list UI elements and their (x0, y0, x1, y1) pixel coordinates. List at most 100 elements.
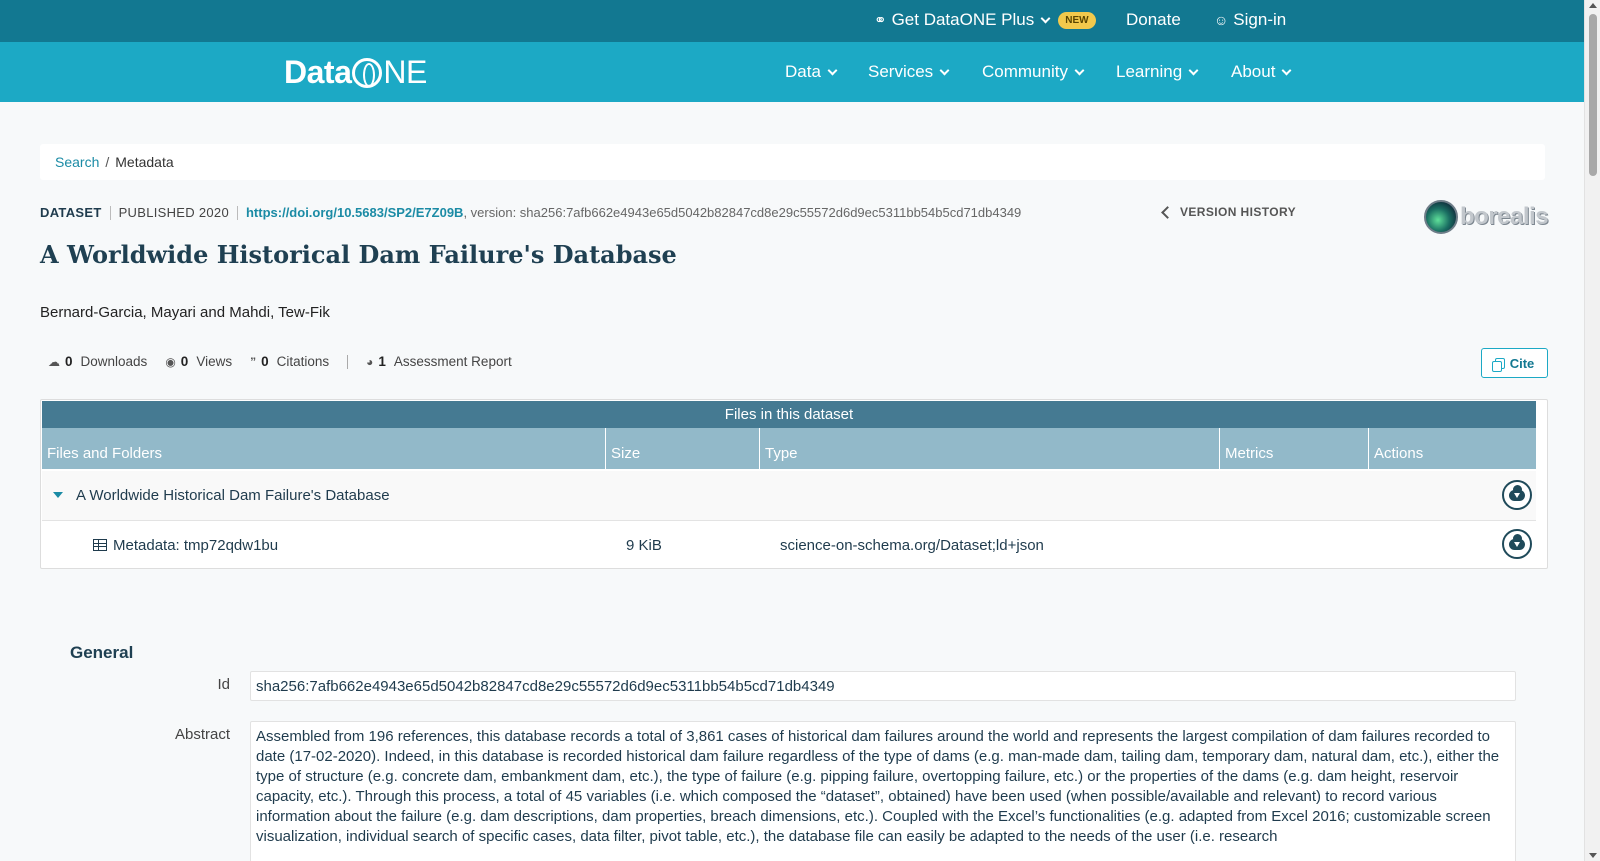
column-size: Size (606, 428, 760, 469)
cloud-download-icon (1509, 484, 1525, 501)
nav-services[interactable]: Services (868, 62, 950, 82)
chevron-down-icon (939, 65, 950, 75)
cite-button[interactable]: Cite (1481, 348, 1548, 378)
files-table-heading: Files in this dataset (42, 401, 1536, 428)
sign-in-label: Sign-in (1233, 10, 1287, 29)
dataset-metrics: ☁ 0 Downloads ◉ 0 Views ” 0 Citations ◕ … (48, 354, 512, 369)
get-dataone-plus-button[interactable]: ⚭ Get DataONE Plus NEW (874, 10, 1096, 30)
file-name-cell[interactable]: Metadata: tmp72qdw1bu (93, 537, 278, 554)
download-folder-button[interactable] (1502, 480, 1532, 510)
files-table: Files in this dataset Files and Folders … (40, 399, 1548, 569)
assessment-label: Assessment Report (393, 354, 512, 369)
user-icon: ☺ (1214, 12, 1229, 28)
chevron-down-icon (827, 65, 838, 75)
id-value: sha256:7afb662e4943e65d5042b82847cd8e29c… (250, 671, 1516, 701)
scroll-down-icon[interactable] (1589, 853, 1597, 858)
downloads-label: Downloads (80, 354, 148, 369)
dataset-type-label: DATASET (40, 205, 102, 220)
logo-text-data: Data (284, 54, 352, 90)
aurora-logo-icon (1424, 200, 1458, 234)
sign-in-link[interactable]: ☺ Sign-in (1214, 10, 1286, 30)
divider (347, 354, 349, 369)
chevron-down-icon (1281, 65, 1292, 75)
folder-name[interactable]: A Worldwide Historical Dam Failure's Dat… (76, 487, 390, 504)
dataset-title: A Worldwide Historical Dam Failure's Dat… (40, 240, 677, 269)
nav-about[interactable]: About (1231, 62, 1292, 82)
downloads-count: 0 (65, 354, 73, 369)
dataset-meta-line: DATASET PUBLISHED 2020 https://doi.org/1… (40, 205, 1021, 220)
eye-icon: ◉ (165, 354, 176, 369)
dataset-authors: Bernard-Garcia, Mayari and Mahdi, Tew-Fi… (40, 304, 330, 321)
abstract-label: Abstract (174, 726, 230, 743)
breadcrumb: Search / Metadata (40, 144, 1545, 180)
borealis-repository-logo[interactable]: borealis (1424, 200, 1549, 234)
nav-learning-label: Learning (1116, 62, 1183, 81)
globe-logo-icon (352, 57, 383, 88)
assessment-report-metric[interactable]: ◕ 1 Assessment Report (366, 354, 512, 369)
version-history-label: VERSION HISTORY (1180, 205, 1297, 219)
top-utility-bar: ⚭ Get DataONE Plus NEW Donate ☺ Sign-in (0, 0, 1584, 42)
logo-text-ne: NE (383, 54, 427, 90)
breadcrumb-current: Metadata (115, 154, 174, 170)
nav-community[interactable]: Community (982, 62, 1085, 82)
donate-label: Donate (1126, 10, 1181, 29)
chevron-down-icon (1040, 13, 1051, 23)
file-name: Metadata: tmp72qdw1bu (113, 537, 279, 554)
assessment-count: 1 (378, 354, 386, 369)
dataone-logo[interactable]: Data NE (284, 54, 427, 91)
column-actions: Actions (1374, 445, 1424, 462)
nav-data-label: Data (785, 62, 821, 81)
main-navigation-bar: Data NE Data Services Community Learning… (0, 42, 1584, 102)
citations-metric[interactable]: ” 0 Citations (250, 354, 329, 369)
citations-label: Citations (276, 354, 330, 369)
chevron-down-icon (1188, 65, 1199, 75)
table-icon (93, 539, 107, 551)
gauge-icon: ◕ (366, 354, 374, 369)
scrollbar-thumb[interactable] (1589, 14, 1597, 176)
chevron-down-icon (1074, 65, 1085, 75)
cloud-download-icon: ☁ (48, 354, 60, 369)
copy-icon (1491, 357, 1505, 372)
files-table-columns: Files and Folders Size Type Metrics Acti… (42, 428, 1536, 469)
downloads-metric[interactable]: ☁ 0 Downloads (48, 354, 147, 369)
scroll-up-icon[interactable] (1589, 3, 1597, 8)
nav-data[interactable]: Data (785, 62, 838, 82)
quote-icon: ” (250, 354, 257, 369)
column-files-and-folders: Files and Folders (42, 428, 606, 469)
views-metric[interactable]: ◉ 0 Views (165, 354, 232, 369)
globe-icon: ⚭ (874, 12, 887, 29)
column-metrics: Metrics (1220, 428, 1369, 469)
caret-down-icon[interactable] (53, 492, 63, 498)
file-type: science-on-schema.org/Dataset;ld+json (780, 537, 1044, 554)
nav-about-label: About (1231, 62, 1276, 81)
page-scrollbar[interactable] (1584, 0, 1600, 861)
abstract-value: Assembled from 196 references, this data… (250, 721, 1516, 861)
donate-link[interactable]: Donate (1126, 10, 1181, 30)
table-row[interactable]: A Worldwide Historical Dam Failure's Dat… (42, 471, 1536, 521)
table-row[interactable]: Metadata: tmp72qdw1bu 9 KiB science-on-s… (42, 521, 1536, 571)
version-id: , version: sha256:7afb662e4943e65d5042b8… (463, 205, 1022, 220)
breadcrumb-separator: / (105, 154, 110, 170)
doi-link[interactable]: https://doi.org/10.5683/SP2/E7Z09B (246, 205, 463, 220)
nav-community-label: Community (982, 62, 1068, 81)
divider (236, 205, 238, 220)
column-type: Type (760, 428, 1220, 469)
version-history-button[interactable]: VERSION HISTORY (1161, 205, 1297, 219)
cloud-download-icon (1509, 533, 1525, 550)
download-file-button[interactable] (1502, 529, 1532, 559)
file-size: 9 KiB (626, 537, 662, 554)
nav-learning[interactable]: Learning (1116, 62, 1199, 82)
breadcrumb-search-link[interactable]: Search (55, 154, 99, 170)
views-count: 0 (180, 354, 189, 369)
id-label: Id (217, 676, 230, 693)
cite-label: Cite (1509, 355, 1535, 371)
views-label: Views (196, 354, 233, 369)
borealis-logo-text: borealis (1460, 203, 1549, 230)
nav-services-label: Services (868, 62, 934, 81)
published-year: PUBLISHED 2020 (118, 205, 229, 220)
get-dataone-plus-label: Get DataONE Plus (891, 10, 1035, 29)
citations-count: 0 (261, 354, 269, 369)
general-section-title: General (70, 643, 134, 662)
divider (109, 205, 111, 220)
arrow-left-icon (1161, 205, 1174, 219)
